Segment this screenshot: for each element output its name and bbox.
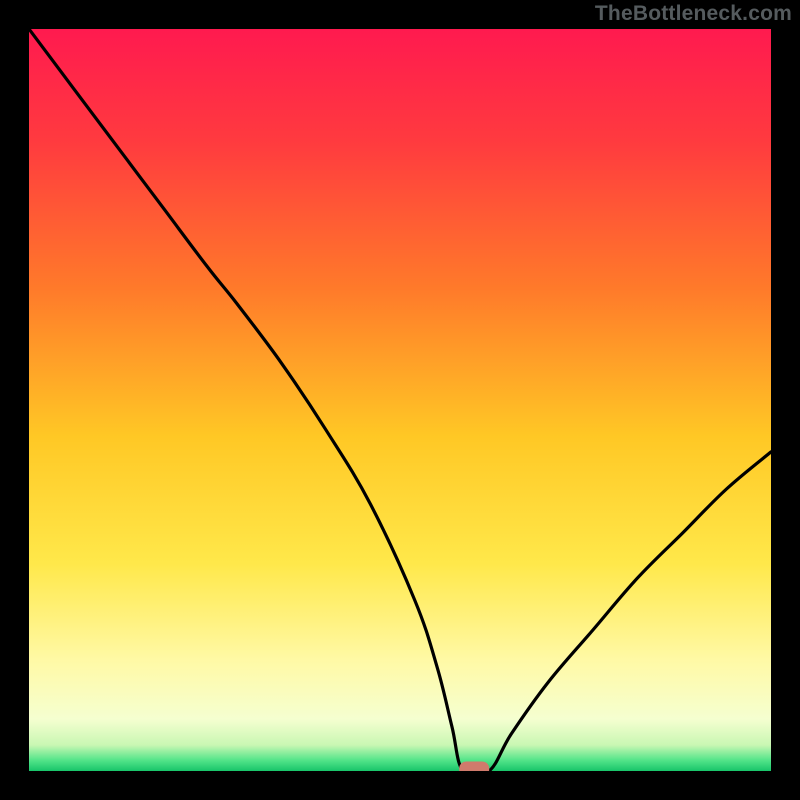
chart-frame: TheBottleneck.com: [0, 0, 800, 800]
watermark-text: TheBottleneck.com: [595, 2, 792, 26]
plot-background: [29, 29, 771, 771]
bottleneck-chart: [0, 0, 800, 800]
optimal-marker: [459, 762, 489, 777]
